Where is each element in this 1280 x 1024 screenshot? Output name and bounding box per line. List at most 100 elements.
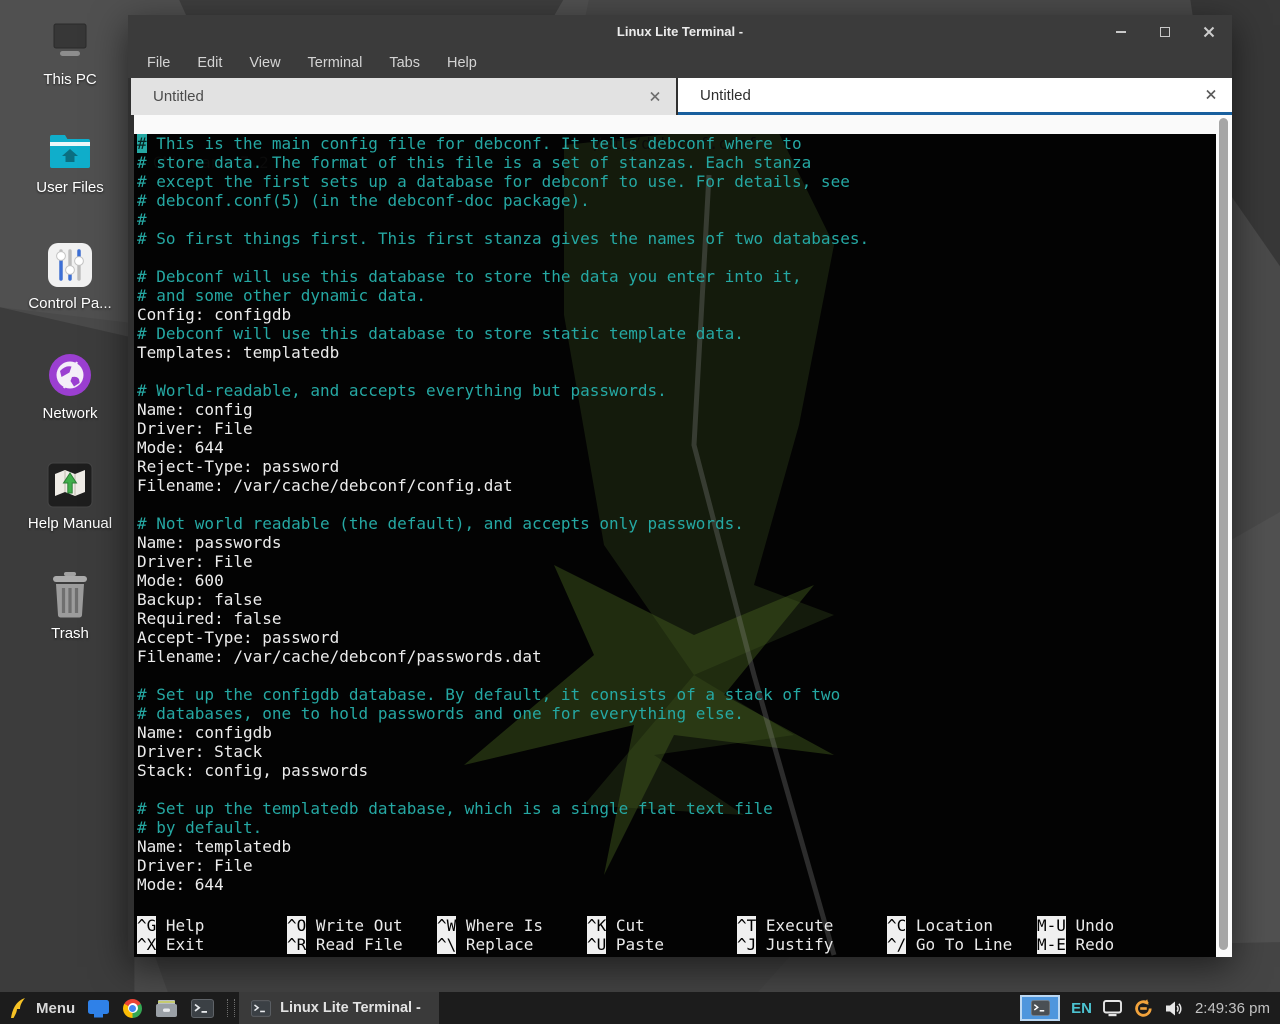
keyboard-layout-indicator[interactable]: EN bbox=[1071, 1000, 1092, 1017]
terminal-view[interactable]: /etc/debconf.conf GNU nano 7.2 # This is… bbox=[128, 115, 1232, 957]
terminal-line: Filename: /var/cache/debconf/config.dat bbox=[137, 476, 1216, 495]
shortcut-row: ^X Exit^R Read File^\ Replace^U Paste^J … bbox=[137, 935, 1216, 954]
shortcut-label: Justify bbox=[756, 935, 833, 954]
trash-can-icon bbox=[49, 572, 91, 618]
menu-terminal[interactable]: Terminal bbox=[308, 55, 363, 71]
menu-tabs[interactable]: Tabs bbox=[389, 55, 420, 71]
shortcut-key: ^T bbox=[737, 916, 756, 935]
terminal-line: Mode: 600 bbox=[137, 571, 1216, 590]
tab-untitled-2[interactable]: Untitled bbox=[678, 78, 1232, 115]
shortcut-key: ^X bbox=[137, 935, 156, 954]
close-icon bbox=[1206, 90, 1216, 100]
tray-terminal-button[interactable] bbox=[1020, 995, 1060, 1021]
scrollbar[interactable] bbox=[1216, 115, 1232, 957]
taskbar-window-button[interactable]: Linux Lite Terminal - bbox=[239, 992, 439, 1024]
shortcut-key: M-E bbox=[1037, 935, 1066, 954]
desktop-icon-label: Help Manual bbox=[28, 515, 112, 532]
home-folder-icon bbox=[46, 132, 94, 172]
desktop-icon-help-manual[interactable]: Help Manual bbox=[8, 462, 132, 532]
terminal-line: Driver: Stack bbox=[137, 742, 1216, 761]
manual-book-icon bbox=[47, 462, 93, 508]
chrome-launcher[interactable] bbox=[123, 992, 142, 1024]
file-manager-launcher[interactable] bbox=[155, 992, 178, 1024]
taskbar-separator bbox=[227, 999, 235, 1017]
desktop-icon-this-pc[interactable]: This PC bbox=[8, 22, 132, 88]
terminal-line: Name: configdb bbox=[137, 723, 1216, 742]
speaker-icon bbox=[1165, 1000, 1184, 1017]
terminal-icon bbox=[1031, 1000, 1050, 1016]
terminal-line: # bbox=[137, 210, 1216, 229]
menu-help[interactable]: Help bbox=[447, 55, 477, 71]
menu-view[interactable]: View bbox=[249, 55, 280, 71]
terminal-line: Driver: File bbox=[137, 856, 1216, 875]
shortcut-key: ^G bbox=[137, 916, 156, 935]
menu-edit[interactable]: Edit bbox=[197, 55, 222, 71]
minimize-button[interactable] bbox=[1114, 25, 1128, 39]
terminal-screen[interactable]: /etc/debconf.conf GNU nano 7.2 # This is… bbox=[134, 115, 1216, 957]
shortcut-key: ^U bbox=[587, 935, 606, 954]
shortcut-label: Paste bbox=[606, 935, 664, 954]
desktop-icon-trash[interactable]: Trash bbox=[8, 572, 132, 642]
close-button[interactable] bbox=[1202, 25, 1216, 39]
minimize-icon bbox=[1116, 31, 1126, 33]
shortcut-label: Cut bbox=[606, 916, 645, 935]
terminal-line: # except the first sets up a database fo… bbox=[137, 172, 1216, 191]
terminal-line: # by default. bbox=[137, 818, 1216, 837]
shortcut-item: ^T Execute bbox=[737, 916, 887, 935]
terminal-line: # and some other dynamic data. bbox=[137, 286, 1216, 305]
terminal-line: # databases, one to hold passwords and o… bbox=[137, 704, 1216, 723]
shortcut-key: ^K bbox=[587, 916, 606, 935]
taskbar-window-label: Linux Lite Terminal - bbox=[280, 1000, 421, 1016]
terminal-line: # Not world readable (the default), and … bbox=[137, 514, 1216, 533]
shortcut-key: ^C bbox=[887, 916, 906, 935]
window-titlebar[interactable]: Linux Lite Terminal - bbox=[128, 15, 1232, 48]
terminal-line: # debconf.conf(5) (in the debconf-doc pa… bbox=[137, 191, 1216, 210]
desktop-icon-control-panel[interactable]: Control Pa... bbox=[8, 242, 132, 312]
terminal-line: # Debconf will use this database to stor… bbox=[137, 324, 1216, 343]
terminal-line: Name: templatedb bbox=[137, 837, 1216, 856]
shortcut-label: Execute bbox=[756, 916, 833, 935]
shortcut-label: Where Is bbox=[456, 916, 543, 935]
menu-file[interactable]: File bbox=[147, 55, 170, 71]
chrome-icon bbox=[123, 999, 142, 1018]
terminal-line: # Debconf will use this database to stor… bbox=[137, 267, 1216, 286]
shortcut-label: Go To Line bbox=[906, 935, 1012, 954]
desktop-icon-label: Trash bbox=[51, 625, 89, 642]
tab-bar: Untitled Untitled bbox=[128, 78, 1232, 115]
shortcut-item: ^G Help bbox=[137, 916, 287, 935]
maximize-button[interactable] bbox=[1158, 25, 1172, 39]
globe-icon bbox=[47, 352, 93, 398]
shortcut-item: M-U Undo bbox=[1037, 916, 1216, 935]
scrollbar-thumb[interactable] bbox=[1219, 118, 1228, 950]
terminal-text[interactable]: # This is the main config file for debco… bbox=[134, 134, 1216, 894]
volume-tray-button[interactable] bbox=[1165, 992, 1184, 1024]
desktop-icon-network[interactable]: Network bbox=[8, 352, 132, 422]
tab-untitled-1[interactable]: Untitled bbox=[131, 78, 676, 115]
shortcut-label: Replace bbox=[456, 935, 533, 954]
shortcut-label: Redo bbox=[1066, 935, 1114, 954]
terminal-line: Mode: 644 bbox=[137, 875, 1216, 894]
updates-tray-button[interactable] bbox=[1133, 992, 1154, 1024]
clock[interactable]: 2:49:36 pm bbox=[1195, 1000, 1270, 1017]
terminal-icon bbox=[251, 1000, 271, 1017]
linux-lite-feather-icon bbox=[8, 997, 28, 1019]
show-desktop-button[interactable] bbox=[87, 992, 110, 1024]
desktop-icon-label: User Files bbox=[36, 179, 104, 196]
tab-label: Untitled bbox=[153, 88, 204, 105]
shortcut-label: Undo bbox=[1066, 916, 1114, 935]
close-icon bbox=[1203, 26, 1215, 38]
tab-label: Untitled bbox=[700, 87, 751, 104]
terminal-window: Linux Lite Terminal - File Edit View Ter… bbox=[128, 15, 1232, 957]
tab-close-button[interactable] bbox=[1206, 87, 1216, 104]
shortcut-label: Help bbox=[156, 916, 204, 935]
display-settings-tray-button[interactable] bbox=[1103, 992, 1122, 1024]
terminal-launcher[interactable] bbox=[191, 992, 214, 1024]
start-menu-button[interactable]: Menu bbox=[8, 992, 87, 1024]
shortcut-item: ^X Exit bbox=[137, 935, 287, 954]
shortcut-item: ^W Where Is bbox=[437, 916, 587, 935]
shortcut-key: ^R bbox=[287, 935, 306, 954]
shortcut-key: ^\ bbox=[437, 935, 456, 954]
tab-close-button[interactable] bbox=[650, 88, 660, 105]
terminal-line: # So first things first. This first stan… bbox=[137, 229, 1216, 248]
desktop-icon-user-files[interactable]: User Files bbox=[8, 132, 132, 196]
